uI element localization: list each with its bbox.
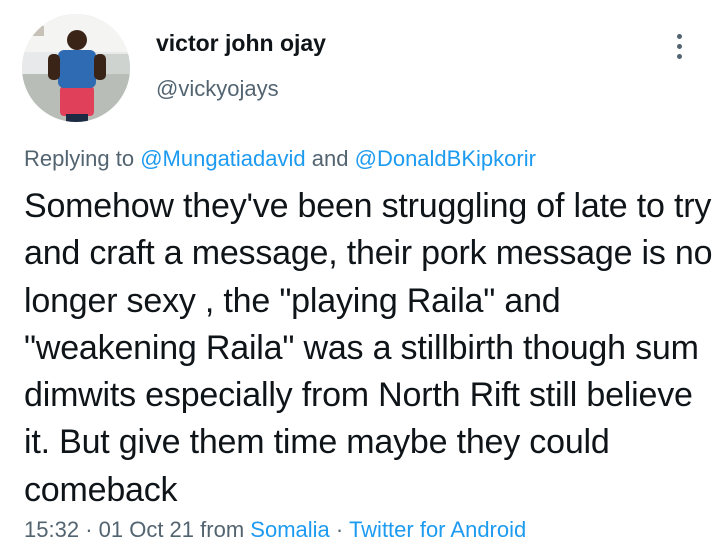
location-link[interactable]: Somalia bbox=[250, 517, 329, 542]
from-label: from bbox=[200, 517, 245, 542]
avatar[interactable] bbox=[22, 14, 130, 122]
user-handle[interactable]: @vickyojays bbox=[156, 76, 279, 102]
dot bbox=[676, 33, 682, 39]
tweet-text: Somehow they've been struggling of late … bbox=[24, 187, 713, 509]
dot bbox=[676, 43, 682, 49]
mention-link-2[interactable]: @DonaldBKipkorir bbox=[355, 146, 536, 171]
source-link[interactable]: Twitter for Android bbox=[349, 517, 526, 542]
meta-separator: · bbox=[335, 517, 344, 542]
replying-to-line: Replying to @Mungatiadavid and @DonaldBK… bbox=[24, 146, 536, 172]
display-name[interactable]: victor john ojay bbox=[156, 30, 326, 57]
more-options-icon[interactable] bbox=[664, 26, 694, 66]
meta-separator: · bbox=[85, 517, 93, 542]
tweet-meta: 15:32 · 01 Oct 21 from Somalia · Twitter… bbox=[24, 517, 526, 543]
tweet-time[interactable]: 15:32 bbox=[24, 517, 79, 542]
dot bbox=[676, 53, 682, 59]
replying-conjunction: and bbox=[311, 146, 349, 171]
avatar-photo bbox=[22, 14, 130, 122]
tweet-date[interactable]: 01 Oct 21 bbox=[99, 517, 194, 542]
replying-prefix: Replying to bbox=[24, 146, 135, 171]
mention-link-1[interactable]: @Mungatiadavid bbox=[140, 146, 305, 171]
